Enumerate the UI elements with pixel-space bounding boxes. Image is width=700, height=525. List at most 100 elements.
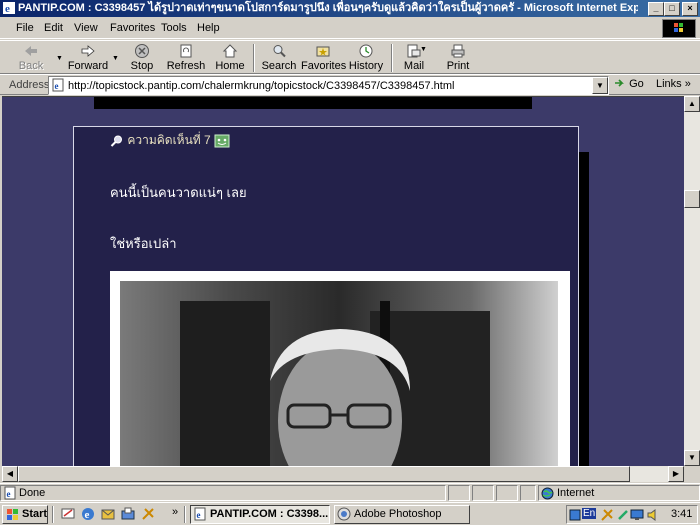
status-text-cell: e Done	[0, 485, 446, 501]
search-button[interactable]: Search	[261, 41, 297, 74]
title-bar[interactable]: e PANTIP.COM : C3398457 ได้รูปวาดเท่าๆขน…	[0, 0, 700, 17]
print-button[interactable]: Print	[444, 41, 472, 74]
status-bar: e Done Internet	[0, 483, 700, 501]
windows-logo-icon	[662, 19, 696, 38]
menu-favorites[interactable]: Favorites	[110, 22, 155, 34]
security-zone-text: Internet	[557, 487, 595, 499]
history-icon	[359, 44, 373, 58]
toolbar-separator	[391, 44, 393, 72]
mail-label: Mail	[403, 60, 425, 72]
search-icon	[273, 45, 286, 58]
favorites-icon	[316, 46, 330, 57]
stop-icon	[135, 44, 149, 58]
status-text: Done	[19, 487, 46, 499]
home-button[interactable]: Home	[214, 41, 246, 74]
magnifier-icon	[110, 135, 122, 147]
language-indicator[interactable]: En	[582, 508, 597, 519]
mail-dropdown-icon[interactable]: ▼	[420, 46, 427, 53]
network-tray-icon[interactable]	[569, 508, 581, 522]
task-ie-window[interactable]: e PANTIP.COM : C3398...	[190, 505, 330, 524]
taskbar: Start e » e PANTIP.COM : C3398... Adobe …	[0, 502, 700, 525]
scroll-thumb[interactable]	[684, 190, 700, 208]
quicklaunch-more-icon[interactable]: »	[172, 506, 178, 518]
comment-card: ความคิดเห็นที่ 7 คนนี้เป็นคนวาดแน่ๆ เลย …	[73, 126, 579, 466]
portrait-photo[interactable]	[110, 271, 570, 466]
svg-text:e: e	[5, 3, 10, 15]
task-ie-label: PANTIP.COM : C3398...	[210, 508, 329, 520]
menu-edit[interactable]: Edit	[44, 22, 63, 34]
scroll-down-button[interactable]: ▼	[684, 450, 700, 466]
back-label: Back	[18, 60, 44, 72]
stop-label: Stop	[130, 60, 154, 72]
minimize-button[interactable]: _	[648, 2, 664, 16]
go-button[interactable]: Go	[614, 77, 644, 90]
toolbar-separator	[253, 44, 255, 72]
horizontal-scrollbar[interactable]: ◀ ▶	[2, 466, 684, 482]
back-dropdown-icon[interactable]: ▼	[56, 55, 63, 62]
history-button[interactable]: History	[348, 41, 384, 74]
volume-tray-icon[interactable]	[646, 508, 660, 522]
close-button[interactable]: ×	[682, 2, 698, 16]
monitor-tray-icon[interactable]	[630, 508, 644, 522]
printer-icon	[451, 44, 465, 58]
address-dropdown-button[interactable]: ▼	[592, 77, 608, 94]
menu-view[interactable]: View	[74, 22, 98, 34]
scroll-corner	[684, 466, 700, 482]
links-button[interactable]: Links »	[656, 78, 691, 90]
clock[interactable]: 3:41	[671, 508, 692, 520]
favorites-label: Favorites	[301, 60, 347, 72]
stop-button[interactable]: Stop	[126, 41, 158, 74]
status-cell	[472, 485, 494, 501]
status-cell	[448, 485, 470, 501]
ie-quicklaunch-icon[interactable]: e	[80, 506, 96, 522]
forward-button[interactable]: Forward	[66, 41, 110, 74]
taskbar-separator	[52, 506, 54, 523]
refresh-button[interactable]: Refresh	[166, 41, 206, 74]
smiley-icon	[214, 134, 230, 148]
tray-utility-icon[interactable]	[616, 508, 630, 522]
windows-flag-icon	[7, 509, 18, 520]
outlook-express-icon[interactable]	[100, 506, 116, 522]
vertical-scrollbar[interactable]: ▲ ▼	[684, 96, 700, 466]
address-label: Address	[9, 79, 50, 91]
status-cell	[520, 485, 536, 501]
menu-bar: File Edit View Favorites Tools Help	[0, 18, 700, 39]
security-zone-cell: Internet	[538, 485, 700, 501]
task-photoshop[interactable]: Adobe Photoshop	[334, 505, 470, 524]
start-label: Start	[22, 508, 48, 520]
address-url: http://topicstock.pantip.com/chalermkrun…	[68, 80, 455, 92]
links-chevron-icon: »	[684, 78, 691, 90]
menu-tools[interactable]: Tools	[161, 22, 187, 34]
address-input[interactable]: e http://topicstock.pantip.com/chalermkr…	[48, 76, 609, 95]
links-label: Links	[656, 78, 682, 90]
forward-arrow-icon	[81, 45, 95, 57]
scroll-up-button[interactable]: ▲	[684, 96, 700, 112]
favorites-button[interactable]: Favorites	[301, 41, 347, 74]
scroll-right-button[interactable]: ▶	[668, 466, 684, 482]
menu-file[interactable]: File	[16, 22, 34, 34]
back-button[interactable]: Back	[12, 41, 50, 74]
header-shadow-bar	[94, 97, 532, 109]
folder-quicklaunch-icon[interactable]	[120, 506, 136, 522]
history-label: History	[348, 60, 384, 72]
print-label: Print	[446, 60, 470, 72]
page-viewport[interactable]: ความคิดเห็นที่ 7 คนนี้เป็นคนวาดแน่ๆ เลย …	[2, 96, 684, 466]
comment-text-line: ใช่หรือเปล่า	[110, 236, 177, 251]
svg-text:e: e	[85, 509, 90, 521]
start-button[interactable]: Start	[2, 505, 48, 524]
tray-app-icon[interactable]	[600, 508, 614, 522]
status-cell	[496, 485, 518, 501]
svg-text:e: e	[197, 510, 201, 520]
forward-dropdown-icon[interactable]: ▼	[112, 55, 119, 62]
maximize-button[interactable]: □	[664, 2, 680, 16]
menu-help[interactable]: Help	[197, 22, 220, 34]
ie-page-icon: e	[194, 507, 206, 521]
refresh-icon	[180, 44, 192, 58]
utility-quicklaunch-icon[interactable]	[140, 506, 156, 522]
globe-icon	[541, 487, 554, 500]
standard-toolbar: Back ▼ Forward ▼ Stop Refresh Home Searc…	[0, 40, 700, 74]
address-bar: Address e http://topicstock.pantip.com/c…	[0, 74, 700, 95]
horizontal-scroll-thumb[interactable]	[18, 466, 630, 482]
show-desktop-icon[interactable]	[60, 506, 76, 522]
scroll-left-button[interactable]: ◀	[2, 466, 18, 482]
